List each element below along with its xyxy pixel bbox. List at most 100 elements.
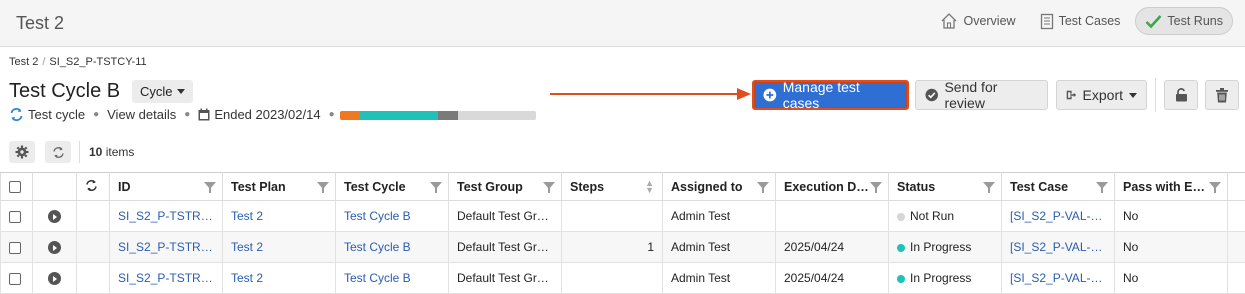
test-plan-link[interactable]: Test 2: [223, 263, 336, 294]
sync-icon: [9, 107, 24, 122]
cycle-type-dropdown[interactable]: Cycle: [132, 80, 193, 103]
execution-date-cell: 2025/04/24: [776, 263, 889, 294]
breadcrumb-project[interactable]: Test 2: [9, 56, 38, 68]
item-count-number: 10: [89, 145, 102, 159]
lock-open-icon: [1175, 88, 1188, 102]
export-icon: [1066, 88, 1077, 102]
steps-cell: [562, 263, 663, 294]
test-group-cell: Default Test Gr…: [449, 232, 562, 263]
refresh-button[interactable]: [45, 141, 71, 163]
table-header-row: ID Test Plan Test Cycle Test Group Steps…: [1, 173, 1245, 201]
sync-column-header: [77, 173, 110, 201]
row-checkbox[interactable]: [9, 211, 21, 223]
item-count: 10 items: [89, 145, 134, 159]
test-cycle-link[interactable]: Test Cycle B: [336, 263, 449, 294]
table-row[interactable]: SI_S2_P-TSTR…Test 2Test Cycle BDefault T…: [1, 201, 1245, 232]
filter-icon[interactable]: [204, 182, 216, 189]
pass-with-exception-cell: No: [1115, 263, 1228, 294]
filter-icon[interactable]: [757, 182, 769, 189]
filter-icon[interactable]: [317, 182, 329, 189]
callout-arrow: [549, 86, 753, 102]
test-case-link[interactable]: [SI_S2_P-VAL-…: [1002, 201, 1115, 232]
column-header[interactable]: Test Group: [449, 173, 562, 201]
filter-icon[interactable]: [1209, 182, 1221, 189]
progress-segment: [360, 111, 438, 120]
run-id-link[interactable]: SI_S2_P-TSTR…: [110, 232, 223, 263]
steps-cell: 1: [562, 232, 663, 263]
select-all-cell: [1, 173, 33, 201]
cycle-type-label: Cycle: [140, 84, 173, 99]
column-header[interactable]: Test Cycle: [336, 173, 449, 201]
assigned-to-cell: Admin Test: [663, 201, 776, 232]
test-plan-link[interactable]: Test 2: [223, 201, 336, 232]
progress-segment: [458, 111, 536, 120]
plus-circle-icon: [763, 88, 777, 102]
progress-segment: [340, 111, 360, 120]
calendar-icon: [198, 108, 210, 121]
top-nav: Overview Test Cases Test Runs: [931, 7, 1233, 35]
column-header[interactable]: Pass with E…: [1115, 173, 1228, 201]
settings-button[interactable]: [9, 141, 35, 163]
play-icon[interactable]: [48, 241, 61, 254]
column-header[interactable]: Status: [889, 173, 1002, 201]
filter-icon[interactable]: [543, 182, 555, 189]
sync-icon: [85, 179, 98, 192]
filter-icon[interactable]: [1096, 182, 1108, 189]
status-dot: [897, 244, 905, 252]
row-checkbox[interactable]: [9, 273, 21, 285]
column-header[interactable]: Execution D…: [776, 173, 889, 201]
assigned-to-cell: Admin Test: [663, 263, 776, 294]
nav-test-runs[interactable]: Test Runs: [1135, 7, 1233, 35]
run-id-link[interactable]: SI_S2_P-TSTR…: [110, 201, 223, 232]
filter-icon[interactable]: [983, 182, 995, 189]
chevron-down-icon: [1129, 93, 1137, 98]
filter-icon[interactable]: [870, 182, 882, 189]
run-id-link[interactable]: SI_S2_P-TSTR…: [110, 263, 223, 294]
breadcrumb: Test 2/SI_S2_P-TSTCY-11: [9, 56, 147, 68]
nav-test-cases[interactable]: Test Cases: [1031, 7, 1130, 35]
pass-with-exception-cell: No: [1115, 232, 1228, 263]
status-cell: In Progress: [889, 263, 1002, 294]
column-header[interactable]: Test Case: [1002, 173, 1115, 201]
send-for-review-button[interactable]: Send for review: [915, 80, 1048, 110]
status-dot: [897, 275, 905, 283]
test-plan-link[interactable]: Test 2: [223, 232, 336, 263]
checkmark-icon: [1145, 14, 1162, 29]
view-details-link[interactable]: View details: [107, 107, 176, 122]
column-header[interactable]: Test Plan: [223, 173, 336, 201]
test-case-link[interactable]: [SI_S2_P-VAL-…: [1002, 232, 1115, 263]
cycle-progress-bar: [340, 111, 536, 120]
status-label: Not Run: [910, 209, 954, 223]
cycle-meta: Test cycle ● View details ● Ended 2023/0…: [9, 107, 343, 122]
gear-icon: [15, 145, 29, 159]
lock-button[interactable]: [1164, 80, 1198, 110]
test-case-link[interactable]: [SI_S2_P-VAL-…: [1002, 263, 1115, 294]
test-cycle-link[interactable]: Test Cycle B: [336, 232, 449, 263]
delete-button[interactable]: [1205, 80, 1239, 110]
row-checkbox[interactable]: [9, 242, 21, 254]
chevron-down-icon: [177, 89, 185, 94]
nav-overview[interactable]: Overview: [931, 7, 1024, 35]
nav-overview-label: Overview: [963, 14, 1015, 28]
test-cycle-link[interactable]: Test Cycle B: [336, 201, 449, 232]
play-icon[interactable]: [48, 272, 61, 285]
execution-date-cell: 2025/04/24: [776, 232, 889, 263]
sort-icon[interactable]: ▲▼: [645, 180, 654, 194]
select-all-checkbox[interactable]: [9, 181, 21, 193]
column-header[interactable]: Steps▲▼: [562, 173, 663, 201]
column-header[interactable]: ID: [110, 173, 223, 201]
end-date: Ended 2023/02/14: [214, 107, 320, 122]
table-row[interactable]: SI_S2_P-TSTR…Test 2Test Cycle BDefault T…: [1, 232, 1245, 263]
export-label: Export: [1083, 87, 1123, 103]
play-icon[interactable]: [48, 210, 61, 223]
test-runs-table: ID Test Plan Test Cycle Test Group Steps…: [0, 172, 1245, 294]
export-button[interactable]: Export: [1056, 80, 1147, 110]
manage-test-cases-label: Manage test cases: [783, 79, 898, 111]
column-header[interactable]: Assigned to: [663, 173, 776, 201]
manage-test-cases-button[interactable]: Manage test cases: [752, 80, 909, 110]
filter-icon[interactable]: [430, 182, 442, 189]
nav-test-cases-label: Test Cases: [1059, 14, 1121, 28]
table-row[interactable]: SI_S2_P-TSTR…Test 2Test Cycle BDefault T…: [1, 263, 1245, 294]
status-label: In Progress: [910, 271, 971, 285]
document-icon: [1040, 13, 1054, 30]
